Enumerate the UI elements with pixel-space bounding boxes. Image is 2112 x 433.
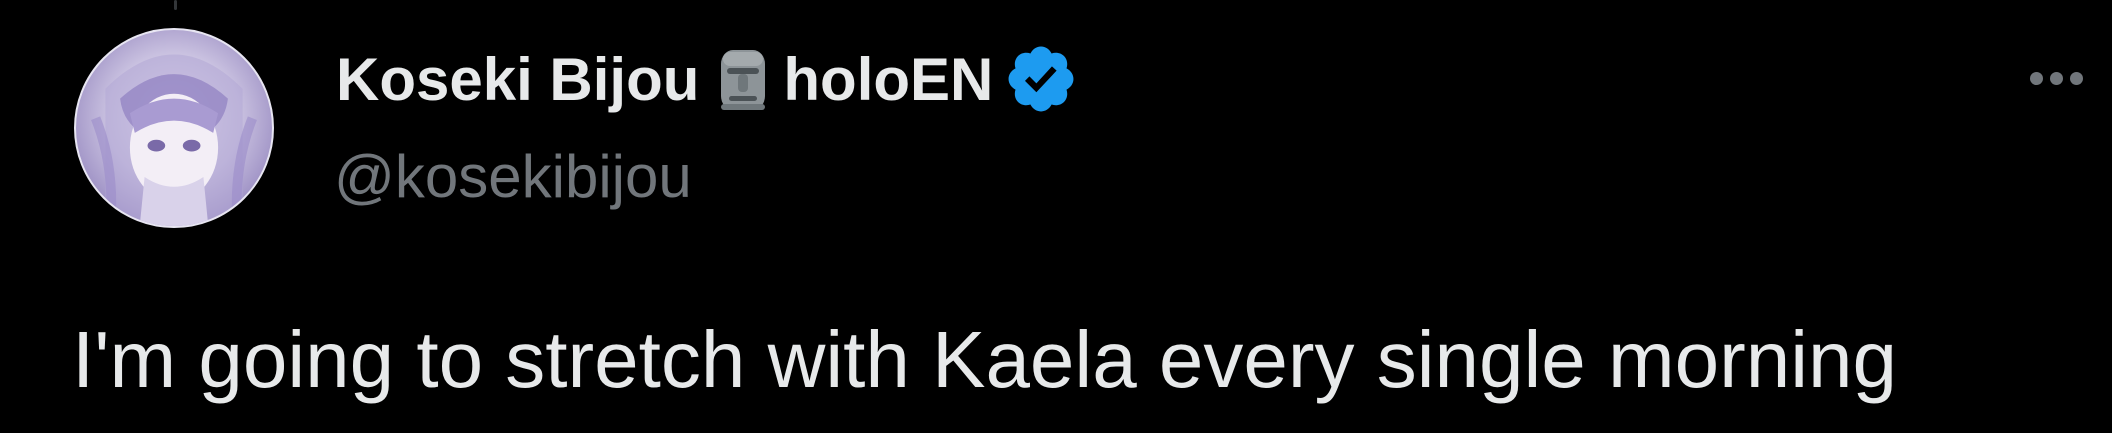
avatar-image [91,54,257,226]
author-handle[interactable]: @kosekibijou [334,142,692,211]
verified-badge-icon[interactable] [1003,41,1079,117]
more-options-button[interactable] [2016,58,2096,98]
display-name-second[interactable]: holoEN [783,45,993,114]
thread-connector-line [174,0,177,10]
more-horizontal-icon-dot [2049,71,2063,85]
moai-icon [711,44,775,114]
tweet-text: I'm going to stretch with Kaela every si… [72,315,1898,404]
author-name-row[interactable]: Koseki Bijou holoEN [336,40,1079,118]
avatar[interactable] [74,28,274,228]
more-horizontal-icon-dot [2069,71,2083,85]
display-name-first[interactable]: Koseki Bijou [336,45,699,114]
more-horizontal-icon [2029,71,2043,85]
